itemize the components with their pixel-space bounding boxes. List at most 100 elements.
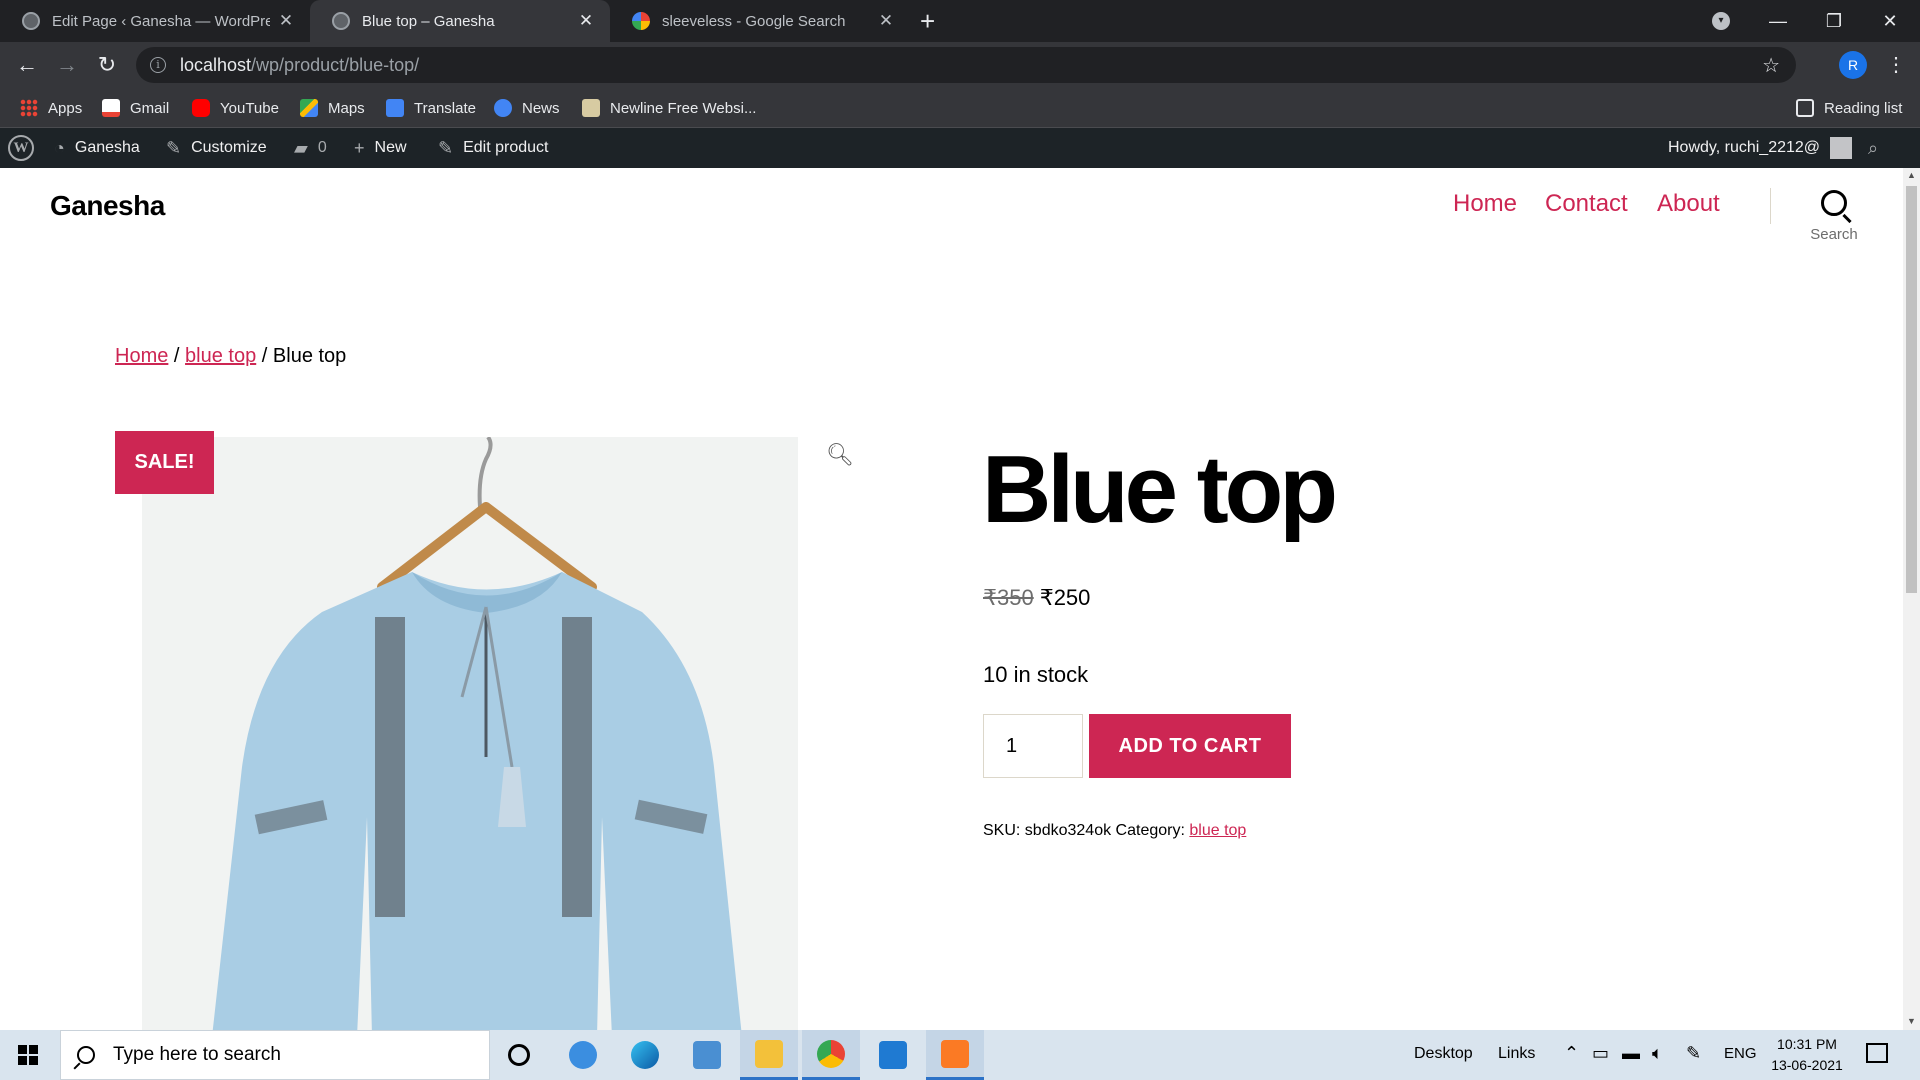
edge-icon[interactable] xyxy=(616,1030,674,1080)
wp-logo-menu[interactable]: W xyxy=(8,128,34,168)
bookmark-news[interactable]: News xyxy=(494,88,560,128)
forward-arrow-icon[interactable]: → xyxy=(52,50,82,80)
file-explorer-icon[interactable] xyxy=(740,1030,798,1080)
hanger-hook xyxy=(477,437,493,508)
bookmark-apps[interactable]: Apps xyxy=(20,88,82,128)
nav-contact[interactable]: Contact xyxy=(1545,190,1628,218)
nav-divider xyxy=(1770,188,1771,224)
bookmark-label: Maps xyxy=(328,99,365,117)
pen-icon[interactable]: ✎ xyxy=(1686,1043,1701,1064)
url-path: /wp/product/blue-top/ xyxy=(251,54,420,75)
reload-icon[interactable]: ↻ xyxy=(92,50,122,80)
category-link[interactable]: blue top xyxy=(1189,822,1246,839)
bookmark-label: Gmail xyxy=(130,99,170,117)
wp-site-name[interactable]: ◔ Ganesha xyxy=(54,128,140,168)
original-price: ₹350 xyxy=(983,585,1034,610)
system-clock[interactable]: 10:31 PM 13-06-2021 xyxy=(1770,1034,1844,1076)
tab-search-icon[interactable]: ▾ xyxy=(1712,12,1730,30)
back-arrow-icon[interactable]: ← xyxy=(12,50,42,80)
new-tab-button[interactable]: + xyxy=(920,8,935,34)
reading-list-icon xyxy=(1796,99,1814,117)
close-icon[interactable]: ✕ xyxy=(276,11,296,31)
wp-edit-label: Edit product xyxy=(463,139,549,156)
volume-icon[interactable]: 🔈︎ xyxy=(1652,1043,1663,1064)
close-icon[interactable]: ✕ xyxy=(876,11,896,31)
more-menu-icon[interactable]: ⋮ xyxy=(1886,52,1906,77)
nav-about[interactable]: About xyxy=(1657,190,1720,218)
reading-list-button[interactable]: Reading list xyxy=(1796,88,1902,128)
chrome-icon[interactable] xyxy=(802,1030,860,1080)
show-hidden-icons-icon[interactable]: ⌃ xyxy=(1564,1043,1579,1064)
taskbar-search[interactable]: Type here to search xyxy=(60,1030,490,1080)
sale-badge: SALE! xyxy=(115,431,214,494)
wp-search[interactable]: ⌕ xyxy=(1868,128,1878,168)
search-label: Search xyxy=(1810,226,1858,243)
links-toolbar[interactable]: Links xyxy=(1498,1045,1535,1063)
wp-site-name-label: Ganesha xyxy=(74,139,140,156)
plus-icon: + xyxy=(354,137,365,158)
stock-status: 10 in stock xyxy=(983,662,1089,687)
wordpress-logo-icon: W xyxy=(8,135,34,161)
tab-edit-page[interactable]: Edit Page ‹ Ganesha — WordPress ✕ xyxy=(0,0,310,42)
product-image[interactable] xyxy=(142,437,798,1031)
scroll-down-arrow-icon[interactable]: ▼ xyxy=(1907,1016,1916,1026)
battery-icon[interactable]: ▬ xyxy=(1622,1043,1640,1064)
dashboard-icon: ◔ xyxy=(54,137,65,158)
newline-icon xyxy=(582,99,600,117)
bookmark-translate[interactable]: Translate xyxy=(386,88,476,128)
breadcrumb-home[interactable]: Home xyxy=(115,345,168,367)
bookmark-youtube[interactable]: YouTube xyxy=(192,88,279,128)
breadcrumb-category[interactable]: blue top xyxy=(185,345,256,367)
windows-start-icon[interactable] xyxy=(18,1045,38,1065)
control-panel-icon[interactable] xyxy=(678,1030,736,1080)
add-to-cart-button[interactable]: ADD TO CART xyxy=(1089,714,1291,778)
maps-icon xyxy=(300,99,318,117)
browser-toolbar: ← → ↻ i localhost/wp/product/blue-top/ ☆… xyxy=(0,42,1920,88)
reading-list-label: Reading list xyxy=(1824,99,1903,117)
address-bar[interactable]: i localhost/wp/product/blue-top/ ☆ xyxy=(136,47,1796,83)
scroll-up-arrow-icon[interactable]: ▲ xyxy=(1907,170,1916,180)
wp-new[interactable]: + New xyxy=(354,128,407,168)
site-title[interactable]: Ganesha xyxy=(50,190,165,222)
bookmark-label: Translate xyxy=(414,99,476,117)
zoom-magnifier-icon[interactable]: 🔍︎ xyxy=(826,442,854,468)
wp-account-menu[interactable]: Howdy, ruchi_2212@ xyxy=(1668,128,1853,168)
breadcrumb-separator: / xyxy=(173,345,180,367)
notification-center-icon[interactable] xyxy=(1866,1043,1888,1063)
nav-home[interactable]: Home xyxy=(1453,190,1517,218)
language-indicator[interactable]: ENG xyxy=(1724,1045,1757,1062)
youtube-icon xyxy=(192,99,210,117)
site-info-icon[interactable]: i xyxy=(150,57,166,73)
minimize-icon[interactable]: — xyxy=(1750,0,1806,42)
search-toggle[interactable]: Search xyxy=(1808,188,1860,243)
internet-explorer-icon[interactable] xyxy=(554,1030,612,1080)
quantity-input[interactable] xyxy=(983,714,1083,778)
wp-howdy-label: Howdy, ruchi_2212@ xyxy=(1668,139,1821,156)
scrollbar-thumb[interactable] xyxy=(1906,186,1917,593)
tab-google-search[interactable]: sleeveless - Google Search ✕ xyxy=(610,0,910,42)
bookmark-star-icon[interactable]: ☆ xyxy=(1762,53,1780,78)
tab-title: Edit Page ‹ Ganesha — WordPress xyxy=(52,12,270,30)
bookmark-label: Newline Free Websi... xyxy=(610,99,757,117)
wp-customize[interactable]: ✎ Customize xyxy=(166,128,267,168)
wp-comments[interactable]: ▰ 0 xyxy=(294,128,327,168)
close-icon[interactable]: ✕ xyxy=(576,11,596,31)
search-icon xyxy=(1821,190,1847,216)
vscode-icon[interactable] xyxy=(864,1030,922,1080)
meet-now-icon[interactable]: ▭ xyxy=(1592,1043,1609,1064)
cortana-icon[interactable] xyxy=(490,1030,548,1080)
xampp-icon[interactable] xyxy=(926,1030,984,1080)
bookmark-maps[interactable]: Maps xyxy=(300,88,365,128)
tab-blue-top[interactable]: Blue top – Ganesha ✕ xyxy=(310,0,610,42)
restore-icon[interactable]: ❐ xyxy=(1806,0,1862,42)
page-scrollbar[interactable]: ▲ ▼ xyxy=(1903,168,1920,1030)
desktop-toolbar[interactable]: Desktop xyxy=(1414,1045,1473,1063)
bookmark-newline[interactable]: Newline Free Websi... xyxy=(582,88,756,128)
wp-edit-product[interactable]: ✎ Edit product xyxy=(438,128,548,168)
profile-avatar[interactable]: R xyxy=(1839,51,1867,79)
wp-new-label: New xyxy=(374,139,407,156)
gmail-icon xyxy=(102,99,120,117)
bookmark-gmail[interactable]: Gmail xyxy=(102,88,169,128)
embroidery-right xyxy=(562,617,592,917)
close-window-icon[interactable]: ✕ xyxy=(1862,0,1918,42)
